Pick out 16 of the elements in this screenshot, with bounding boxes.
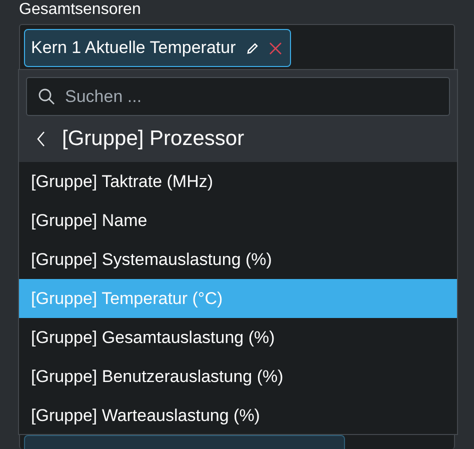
back-button[interactable] [36,130,46,148]
list-item[interactable]: [Gruppe] Name [19,201,457,240]
list-item[interactable]: [Gruppe] Benutzerauslastung (%) [19,357,457,396]
group-title: [Gruppe] Prozessor [62,126,244,152]
search-field[interactable]: Suchen ... [26,77,450,116]
list-item[interactable]: [Gruppe] Taktrate (MHz) [19,162,457,201]
list-item[interactable]: [Gruppe] Warteauslastung (%) [19,396,457,435]
back-icon [36,130,46,148]
remove-icon[interactable] [268,42,282,54]
sensor-chip[interactable]: Kern 1 Aktuelle Temperatur [24,29,291,67]
field-label: Gesamtsensoren [19,1,141,19]
search-icon [38,88,55,105]
list-item[interactable]: [Gruppe] Systemauslastung (%) [19,240,457,279]
edit-icon[interactable] [246,42,259,54]
chip-label: Kern 1 Aktuelle Temperatur [31,37,236,60]
list-item[interactable]: [Gruppe] Gesamtauslastung (%) [19,318,457,357]
